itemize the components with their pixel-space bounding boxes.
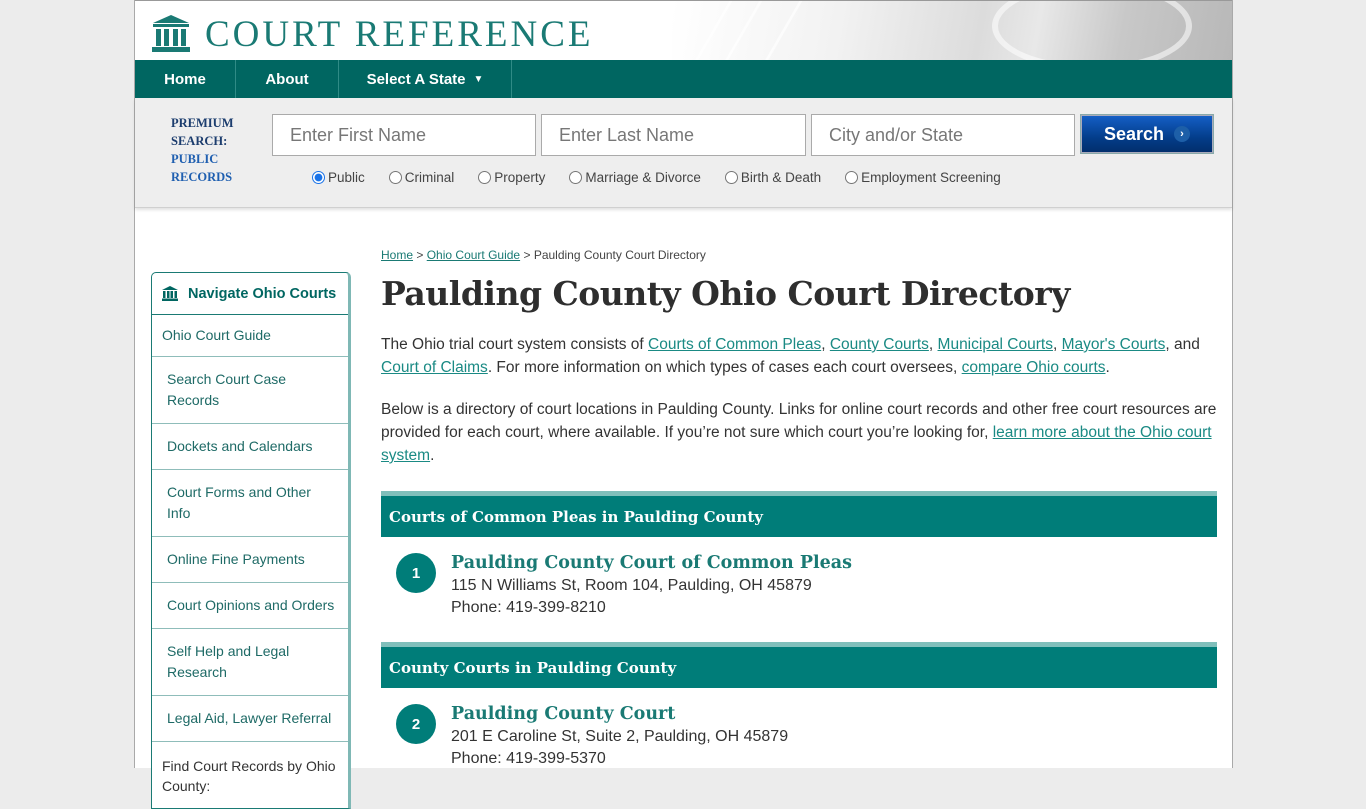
main-content: Home > Ohio Court Guide > Paulding Count… — [381, 248, 1217, 793]
breadcrumb-home[interactable]: Home — [381, 248, 413, 262]
radio-criminal[interactable]: Criminal — [388, 170, 455, 185]
sidebar-item-search-court-case-records[interactable]: Search Court Case Records — [152, 357, 348, 424]
city-state-input[interactable] — [811, 114, 1075, 156]
header-column-image — [672, 1, 1232, 60]
court-listing: 2 Paulding County Court 201 E Caroline S… — [381, 688, 1217, 793]
court-number-badge: 1 — [396, 553, 436, 593]
radio-property-input[interactable] — [478, 171, 492, 184]
radio-public-input[interactable] — [312, 171, 325, 184]
court-address: 201 E Caroline St, Suite 2, Paulding, OH… — [451, 728, 789, 745]
radio-label: Marriage & Divorce — [585, 170, 701, 185]
search-button[interactable]: Search › — [1080, 114, 1214, 154]
court-name-link[interactable]: Paulding County Court — [451, 704, 788, 724]
radio-public[interactable]: Public — [312, 170, 365, 185]
court-phone: Phone: 419-399-8210 — [451, 599, 606, 616]
premium-search-label: PREMIUM SEARCH: PUBLIC RECORDS — [171, 114, 234, 186]
radio-marriage-divorce-input[interactable] — [569, 171, 583, 184]
link-courts-of-common-pleas[interactable]: Courts of Common Pleas — [648, 336, 821, 353]
sidebar-header: Navigate Ohio Courts — [152, 273, 348, 315]
court-address: 115 N Williams St, Room 104, Paulding, O… — [451, 577, 812, 594]
breadcrumb: Home > Ohio Court Guide > Paulding Count… — [381, 248, 1217, 262]
radio-label: Employment Screening — [861, 170, 1001, 185]
radio-label: Birth & Death — [740, 170, 822, 185]
nav-select-state-label: Select A State — [366, 70, 466, 88]
radio-marriage-divorce[interactable]: Marriage & Divorce — [569, 170, 701, 185]
intro-paragraph: The Ohio trial court system consists of … — [381, 336, 1200, 376]
page-container: COURT REFERENCE Home About Select A Stat… — [134, 0, 1233, 809]
site-header: COURT REFERENCE — [135, 0, 1232, 60]
premium-label-line: RECORDS — [171, 170, 233, 184]
radio-birth-death-input[interactable] — [724, 171, 738, 184]
premium-label-line: PUBLIC — [171, 152, 219, 166]
main-nav: Home About Select A State ▼ — [135, 60, 1232, 98]
site-logo[interactable]: COURT REFERENCE — [151, 15, 594, 53]
intro-text: and — [1173, 336, 1200, 353]
link-municipal-courts[interactable]: Municipal Courts — [938, 336, 1053, 353]
radio-property[interactable]: Property — [478, 170, 545, 185]
sidebar-item-self-help[interactable]: Self Help and Legal Research — [152, 629, 348, 696]
breadcrumb-separator: > — [416, 248, 424, 262]
intro-text: . — [1105, 359, 1110, 376]
page-title: Paulding County Ohio Court Directory — [381, 274, 1070, 313]
link-mayors-courts[interactable]: Mayor's Courts — [1062, 336, 1166, 353]
nav-home[interactable]: Home — [135, 60, 236, 98]
court-phone: Phone: 419-399-5370 — [451, 750, 606, 767]
breadcrumb-ohio-court-guide[interactable]: Ohio Court Guide — [427, 248, 520, 262]
radio-label: Public — [328, 170, 365, 185]
breadcrumb-separator: > — [523, 248, 531, 262]
court-number-badge: 2 — [396, 704, 436, 744]
search-type-radios: Public Criminal Property Marriage & Divo… — [312, 170, 1025, 185]
courthouse-icon — [151, 15, 191, 53]
nav-home-label: Home — [164, 70, 206, 88]
section-heading-county-courts: County Courts in Paulding County — [381, 642, 1217, 688]
radio-birth-death[interactable]: Birth & Death — [724, 170, 822, 185]
radio-employment-screening[interactable]: Employment Screening — [845, 170, 1001, 185]
link-county-courts[interactable]: County Courts — [830, 336, 929, 353]
court-listing: 1 Paulding County Court of Common Pleas … — [381, 537, 1217, 642]
radio-label: Criminal — [404, 170, 455, 185]
breadcrumb-current: Paulding County Court Directory — [533, 248, 706, 262]
sidebar-navigate-courts: Navigate Ohio Courts Ohio Court Guide Se… — [151, 272, 351, 809]
sidebar-title: Navigate Ohio Courts — [188, 285, 337, 302]
intro-text: . — [430, 447, 435, 464]
sidebar-find-by-county-label: Find Court Records by Ohio County: — [162, 758, 336, 794]
link-compare-ohio-courts[interactable]: compare Ohio courts — [962, 359, 1106, 376]
nav-about-label: About — [265, 70, 309, 88]
caret-down-icon: ▼ — [473, 73, 484, 85]
nav-select-state[interactable]: Select A State ▼ — [339, 60, 512, 98]
last-name-input[interactable] — [541, 114, 806, 156]
link-court-of-claims[interactable]: Court of Claims — [381, 359, 488, 376]
sidebar-item-court-opinions[interactable]: Court Opinions and Orders — [152, 583, 348, 629]
intro-text: . For more information on which types of… — [487, 359, 962, 376]
section-heading-common-pleas: Courts of Common Pleas in Paulding Count… — [381, 491, 1217, 537]
logo-text: COURT REFERENCE — [205, 13, 594, 55]
sidebar-item-ohio-court-guide[interactable]: Ohio Court Guide — [152, 315, 348, 357]
sidebar-item-online-fine-payments[interactable]: Online Fine Payments — [152, 537, 348, 583]
radio-label: Property — [494, 170, 546, 185]
directory-paragraph: Below is a directory of court locations … — [381, 398, 1217, 467]
search-button-label: Search — [1103, 123, 1165, 144]
premium-label-line: SEARCH: — [171, 134, 228, 148]
sidebar-item-court-forms[interactable]: Court Forms and Other Info — [152, 470, 348, 537]
premium-label-line: PREMIUM — [171, 116, 234, 130]
sidebar-item-legal-aid[interactable]: Legal Aid, Lawyer Referral — [152, 696, 348, 742]
intro-text: The Ohio trial court system consists of — [381, 336, 649, 353]
courthouse-icon — [162, 286, 178, 301]
first-name-input[interactable] — [272, 114, 536, 156]
radio-criminal-input[interactable] — [388, 171, 402, 184]
radio-employment-screening-input[interactable] — [845, 171, 859, 184]
nav-about[interactable]: About — [236, 60, 339, 98]
court-name-link[interactable]: Paulding County Court of Common Pleas — [451, 553, 852, 573]
premium-search-bar: PREMIUM SEARCH: PUBLIC RECORDS Search › … — [135, 98, 1232, 208]
chevron-right-icon: › — [1174, 126, 1191, 142]
sidebar-item-dockets-and-calendars[interactable]: Dockets and Calendars — [152, 424, 348, 470]
